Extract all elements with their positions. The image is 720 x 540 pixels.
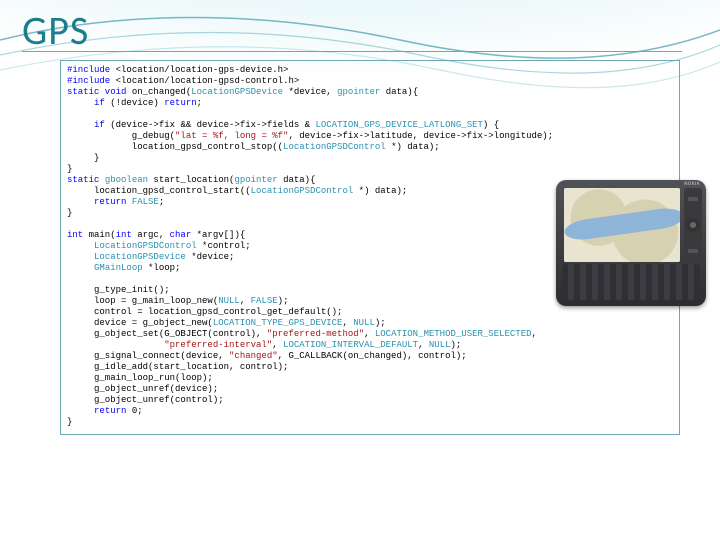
side-button xyxy=(688,249,698,253)
device-brand: NOKIA xyxy=(684,181,700,187)
slide-title-block: GPS xyxy=(22,6,682,52)
device-body: NOKIA xyxy=(556,180,706,306)
slide: GPS #include <location/location-gps-devi… xyxy=(0,0,720,540)
side-button xyxy=(688,197,698,201)
title-underline xyxy=(22,51,682,52)
device-screen xyxy=(564,188,680,262)
device-keyboard xyxy=(562,264,700,300)
dpad-icon xyxy=(686,218,700,232)
device-side-buttons xyxy=(684,188,702,262)
slide-title: GPS xyxy=(22,6,682,55)
device-image: NOKIA xyxy=(556,180,706,306)
